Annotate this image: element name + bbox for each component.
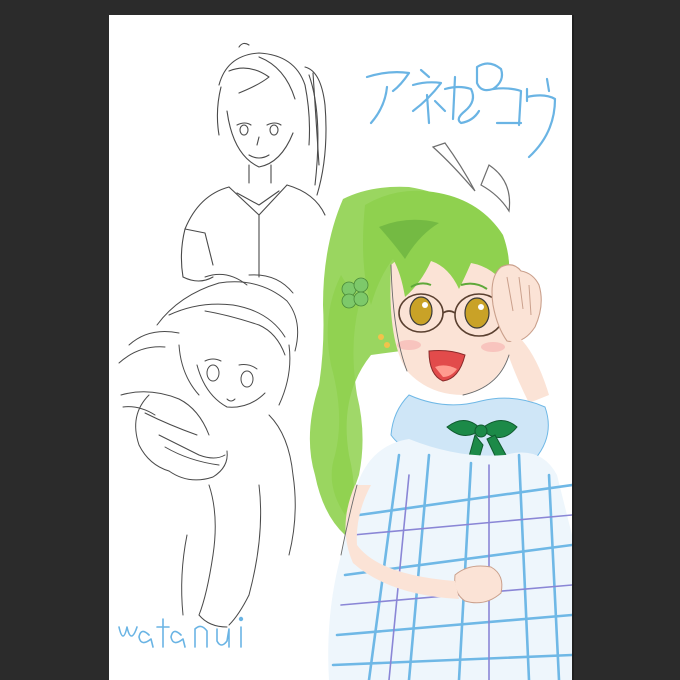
sketch-standing-character bbox=[180, 42, 327, 282]
sketch-crouching-character bbox=[118, 273, 299, 628]
artwork-svg bbox=[118, 42, 572, 680]
title-lettering bbox=[365, 62, 557, 159]
signature bbox=[118, 616, 244, 648]
left-eye bbox=[409, 296, 433, 326]
colored-girl-with-glasses bbox=[309, 142, 572, 680]
canvas-shadow-edge bbox=[572, 15, 574, 680]
drawing-canvas[interactable] bbox=[109, 15, 572, 680]
clover-hair-clip bbox=[341, 277, 369, 309]
lower-hand bbox=[454, 565, 503, 604]
drawing-workspace bbox=[0, 0, 680, 680]
hair-bead bbox=[378, 334, 384, 340]
hair-bead bbox=[384, 342, 390, 348]
right-eye bbox=[464, 297, 490, 329]
raised-arm bbox=[505, 337, 549, 403]
